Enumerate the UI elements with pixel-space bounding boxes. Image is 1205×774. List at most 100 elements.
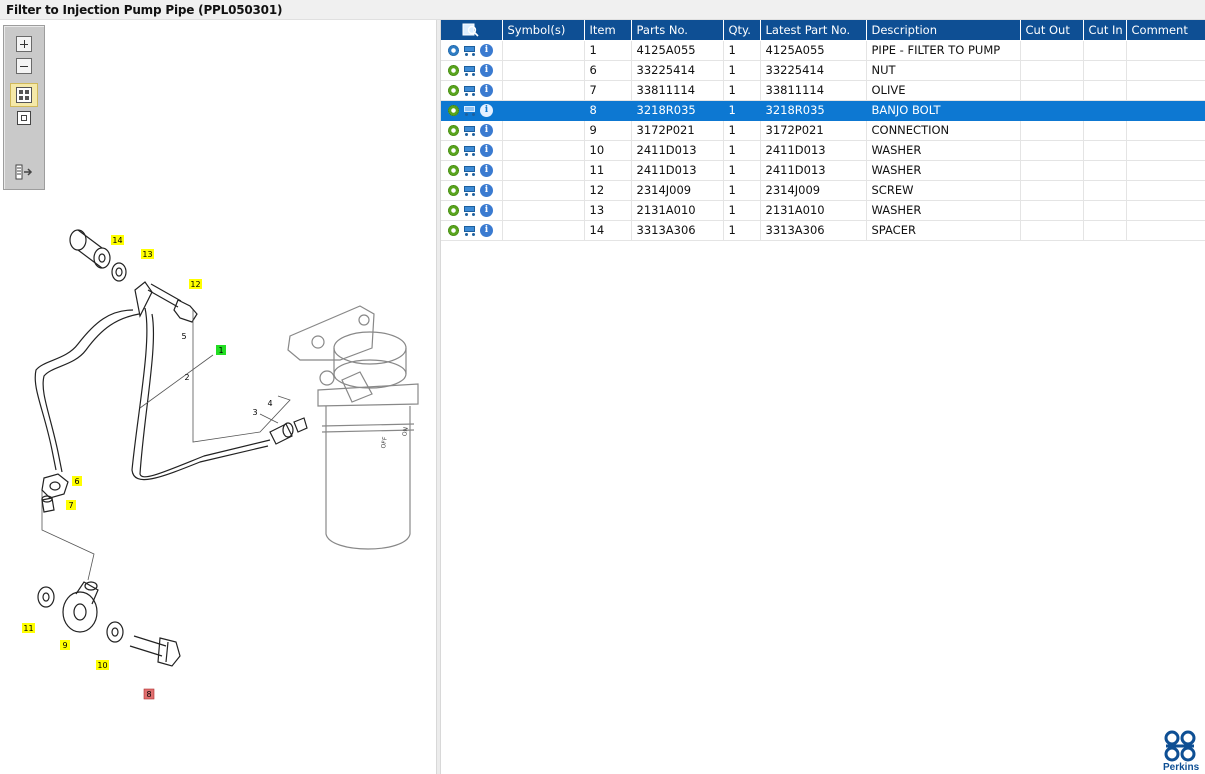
screw-part[interactable] bbox=[147, 283, 198, 323]
comment-cell bbox=[1126, 220, 1205, 241]
part-gear-icon[interactable] bbox=[448, 84, 459, 96]
symbols-cell bbox=[502, 80, 585, 101]
cart-icon[interactable] bbox=[462, 165, 477, 176]
info-icon[interactable]: i bbox=[480, 83, 493, 97]
table-row[interactable]: i 14 3313A306 1 3313A306 SPACER bbox=[441, 220, 1205, 241]
table-row[interactable]: i 9 3172P021 1 3172P021 CONNECTION bbox=[441, 120, 1205, 141]
cut-out-cell bbox=[1020, 180, 1084, 201]
zoom-in-icon bbox=[16, 36, 32, 52]
latest-part-no-cell: 3172P021 bbox=[760, 120, 867, 141]
callout-11[interactable]: 11 bbox=[22, 623, 35, 633]
part-gear-icon[interactable] bbox=[448, 184, 459, 196]
comment-cell bbox=[1126, 200, 1205, 221]
cart-icon[interactable] bbox=[462, 105, 477, 116]
header-search[interactable] bbox=[441, 20, 503, 41]
comment-cell bbox=[1126, 100, 1205, 121]
callout-10[interactable]: 10 bbox=[96, 660, 109, 670]
fuel-filter-assembly[interactable] bbox=[287, 305, 419, 550]
comment-cell bbox=[1126, 120, 1205, 141]
latest-part-no-cell: 2131A010 bbox=[760, 200, 867, 221]
item-cell: 8 bbox=[584, 100, 632, 121]
header-latest-part-no[interactable]: Latest Part No. bbox=[760, 20, 867, 41]
zoom-in-button[interactable] bbox=[12, 33, 36, 55]
callout-9[interactable]: 9 bbox=[60, 640, 70, 650]
header-description[interactable]: Description bbox=[866, 20, 1021, 41]
multi-view-button[interactable] bbox=[10, 83, 38, 107]
banjo-bolt-part[interactable] bbox=[129, 635, 181, 667]
item-cell: 12 bbox=[584, 180, 632, 201]
table-row[interactable]: i 10 2411D013 1 2411D013 WASHER bbox=[441, 140, 1205, 161]
table-row[interactable]: i 13 2131A010 1 2131A010 WASHER bbox=[441, 200, 1205, 221]
illustration-pane[interactable]: 14 13 12 5 1 2 4 3 6 7 11 9 10 8 OFF ON bbox=[0, 20, 436, 774]
item-cell: 7 bbox=[584, 80, 632, 101]
part-gear-icon[interactable] bbox=[448, 144, 459, 156]
qty-cell: 1 bbox=[723, 80, 761, 101]
callout-6[interactable]: 6 bbox=[72, 476, 82, 486]
part-gear-icon[interactable] bbox=[448, 104, 459, 116]
header-symbols[interactable]: Symbol(s) bbox=[502, 20, 585, 41]
part-gear-icon[interactable] bbox=[448, 164, 459, 176]
header-cut-in[interactable]: Cut In bbox=[1083, 20, 1127, 41]
header-qty[interactable]: Qty. bbox=[723, 20, 761, 41]
callout-14[interactable]: 14 bbox=[111, 235, 124, 245]
single-view-button[interactable] bbox=[12, 107, 36, 129]
part-gear-icon[interactable] bbox=[448, 224, 459, 236]
nut-6-part[interactable] bbox=[41, 473, 69, 499]
connection-part[interactable] bbox=[62, 581, 99, 633]
washer-10-part[interactable] bbox=[106, 621, 124, 643]
table-row[interactable]: i 12 2314J009 1 2314J009 SCREW bbox=[441, 180, 1205, 201]
info-icon[interactable]: i bbox=[480, 123, 493, 137]
svg-text:9: 9 bbox=[62, 641, 67, 650]
table-row[interactable]: i 7 33811114 1 33811114 OLIVE bbox=[441, 80, 1205, 101]
single-view-icon bbox=[17, 111, 31, 125]
washer-11-part[interactable] bbox=[37, 586, 55, 608]
export-list-button[interactable] bbox=[12, 161, 36, 183]
washer-13-part[interactable] bbox=[111, 262, 127, 282]
part-gear-icon[interactable] bbox=[448, 124, 459, 136]
part-gear-icon[interactable] bbox=[448, 64, 459, 76]
cart-icon[interactable] bbox=[462, 185, 477, 196]
fuel-pipe-part[interactable] bbox=[34, 281, 271, 481]
callout-8[interactable]: 8 bbox=[143, 688, 155, 700]
comment-cell bbox=[1126, 60, 1205, 81]
cart-icon[interactable] bbox=[462, 45, 477, 56]
qty-cell: 1 bbox=[723, 100, 761, 121]
table-row[interactable]: i 11 2411D013 1 2411D013 WASHER bbox=[441, 160, 1205, 181]
header-cut-out[interactable]: Cut Out bbox=[1020, 20, 1084, 41]
info-icon[interactable]: i bbox=[480, 143, 493, 157]
header-comment[interactable]: Comment bbox=[1126, 20, 1205, 41]
info-icon[interactable]: i bbox=[480, 183, 493, 197]
table-row[interactable]: i 6 33225414 1 33225414 NUT bbox=[441, 60, 1205, 81]
info-icon[interactable]: i bbox=[480, 103, 493, 117]
info-icon[interactable]: i bbox=[480, 63, 493, 77]
info-icon[interactable]: i bbox=[480, 163, 493, 177]
cart-icon[interactable] bbox=[462, 65, 477, 76]
exploded-parts-diagram[interactable]: 14 13 12 5 1 2 4 3 6 7 11 9 10 8 OFF ON bbox=[0, 210, 436, 740]
cart-icon[interactable] bbox=[462, 145, 477, 156]
item-cell: 6 bbox=[584, 60, 632, 81]
callout-5: 5 bbox=[181, 332, 186, 341]
info-icon[interactable]: i bbox=[480, 203, 493, 217]
callout-1[interactable]: 1 bbox=[216, 345, 226, 355]
callout-7[interactable]: 7 bbox=[66, 500, 76, 510]
cart-icon[interactable] bbox=[462, 85, 477, 96]
callout-12[interactable]: 12 bbox=[189, 279, 202, 289]
part-gear-icon[interactable] bbox=[448, 204, 459, 216]
latest-part-no-cell: 2314J009 bbox=[760, 180, 867, 201]
header-parts-no[interactable]: Parts No. bbox=[631, 20, 724, 41]
cart-icon[interactable] bbox=[462, 125, 477, 136]
comment-cell bbox=[1126, 140, 1205, 161]
olive-7-part[interactable] bbox=[41, 495, 55, 513]
table-row[interactable]: i 1 4125A055 1 4125A055 PIPE - FILTER TO PUMP bbox=[441, 40, 1205, 61]
spacer-part[interactable] bbox=[69, 229, 111, 269]
info-icon[interactable]: i bbox=[480, 223, 493, 237]
qty-cell: 1 bbox=[723, 60, 761, 81]
cart-icon[interactable] bbox=[462, 205, 477, 216]
header-item[interactable]: Item bbox=[584, 20, 632, 41]
table-row[interactable]: i 8 3218R035 1 3218R035 BANJO BOLT bbox=[441, 100, 1205, 121]
info-icon[interactable]: i bbox=[480, 43, 493, 57]
assembly-gear-icon[interactable] bbox=[448, 44, 459, 56]
cart-icon[interactable] bbox=[462, 225, 477, 236]
zoom-out-button[interactable] bbox=[12, 55, 36, 77]
callout-13[interactable]: 13 bbox=[141, 249, 154, 259]
